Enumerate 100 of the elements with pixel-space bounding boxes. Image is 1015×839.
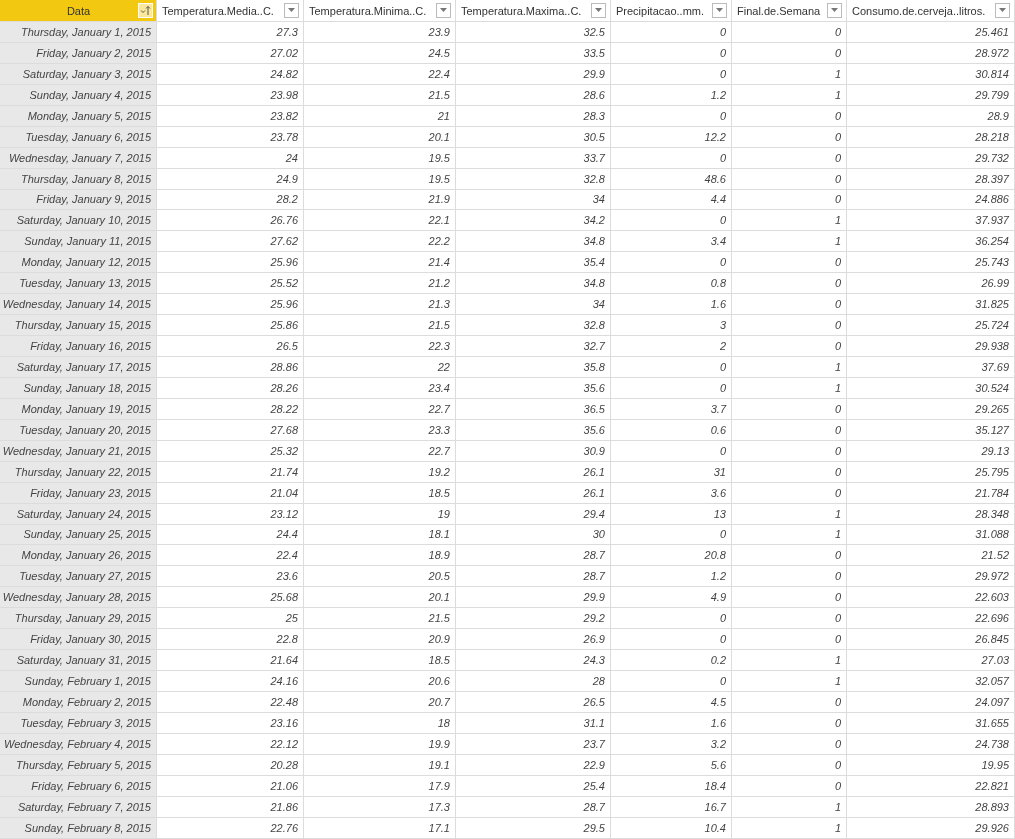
table-cell: 1.2: [611, 566, 732, 588]
table-cell: 35.8: [456, 357, 611, 378]
table-cell: 17.1: [304, 817, 456, 839]
table-cell: 24.4: [157, 524, 304, 546]
row-header-cell: Wednesday, January 14, 2015: [0, 294, 157, 316]
table-cell: 26.99: [847, 273, 1015, 295]
table-cell: 29.972: [847, 566, 1015, 588]
table-cell: 23.3: [304, 419, 456, 441]
filter-dropdown-button[interactable]: [436, 3, 451, 18]
table-cell: 28.86: [157, 357, 304, 378]
table-cell: 21.5: [304, 315, 456, 337]
row-header-cell: Friday, February 6, 2015: [0, 775, 157, 797]
table-cell: 29.799: [847, 84, 1015, 106]
table-cell: 0: [611, 63, 732, 85]
table-cell: 34.2: [456, 210, 611, 232]
column-header[interactable]: Temperatura.Minima..C.: [304, 0, 456, 22]
table-cell: 20.7: [304, 692, 456, 713]
table-cell: 29.9: [456, 63, 611, 85]
caret-icon: [716, 8, 723, 13]
table-cell: 0: [732, 692, 847, 713]
table-cell: 28.26: [157, 377, 304, 399]
table-cell: 32.8: [456, 168, 611, 190]
table-cell: 23.4: [304, 377, 456, 399]
column-header[interactable]: Temperatura.Media..C.: [157, 0, 304, 22]
table-cell: 28.397: [847, 168, 1015, 190]
column-header[interactable]: Final.de.Semana: [732, 0, 847, 22]
table-cell: 25.96: [157, 294, 304, 316]
row-header-cell: Sunday, February 8, 2015: [0, 817, 157, 839]
table-cell: 30.524: [847, 377, 1015, 399]
table-cell: 21.5: [304, 84, 456, 106]
filter-dropdown-button[interactable]: [712, 3, 727, 18]
table-cell: 35.4: [456, 252, 611, 274]
column-header[interactable]: Consumo.de.cerveja..litros.: [847, 0, 1015, 22]
row-header-cell: Wednesday, February 4, 2015: [0, 733, 157, 755]
table-cell: 13: [611, 503, 732, 525]
row-header-cell: Monday, January 12, 2015: [0, 252, 157, 274]
table-cell: 30: [456, 524, 611, 546]
table-cell: 0: [732, 754, 847, 776]
table-cell: 0: [611, 608, 732, 630]
row-header-cell: Monday, January 5, 2015: [0, 105, 157, 127]
table-cell: 3.2: [611, 733, 732, 755]
table-cell: 24.886: [847, 189, 1015, 211]
table-cell: 28.218: [847, 126, 1015, 148]
table-cell: 17.9: [304, 775, 456, 797]
table-cell: 31.1: [456, 712, 611, 734]
table-cell: 22: [304, 357, 456, 378]
table-cell: 0: [732, 189, 847, 211]
table-cell: 28.7: [456, 796, 611, 818]
row-header-cell: Sunday, February 1, 2015: [0, 671, 157, 692]
table-cell: 0: [611, 377, 732, 399]
table-cell: 22.821: [847, 775, 1015, 797]
table-cell: 2: [611, 336, 732, 357]
table-cell: 17.3: [304, 796, 456, 818]
table-cell: 0: [611, 357, 732, 378]
table-cell: 32.057: [847, 671, 1015, 692]
table-cell: 1.2: [611, 84, 732, 106]
filter-dropdown-button[interactable]: [284, 3, 299, 18]
table-cell: 26.9: [456, 629, 611, 651]
table-cell: 35.6: [456, 377, 611, 399]
row-header-cell: Thursday, January 22, 2015: [0, 461, 157, 483]
sort-ascending-button[interactable]: [138, 3, 153, 18]
table-cell: 16.7: [611, 796, 732, 818]
table-cell: 1: [732, 650, 847, 672]
table-cell: 0: [732, 440, 847, 462]
table-cell: 21.9: [304, 189, 456, 211]
filter-dropdown-button[interactable]: [995, 3, 1010, 18]
table-cell: 19.5: [304, 168, 456, 190]
row-header-cell: Friday, January 30, 2015: [0, 629, 157, 651]
table-cell: 0: [611, 524, 732, 546]
table-cell: 48.6: [611, 168, 732, 190]
caret-icon: [831, 8, 838, 13]
table-cell: 36.5: [456, 398, 611, 420]
row-header-cell: Saturday, January 24, 2015: [0, 503, 157, 525]
filter-dropdown-button[interactable]: [827, 3, 842, 18]
table-cell: 35.127: [847, 419, 1015, 441]
table-cell: 22.76: [157, 817, 304, 839]
table-cell: 23.6: [157, 566, 304, 588]
table-cell: 19: [304, 503, 456, 525]
table-cell: 28.6: [456, 84, 611, 106]
table-cell: 21.3: [304, 294, 456, 316]
table-cell: 25.724: [847, 315, 1015, 337]
row-header-cell: Tuesday, January 27, 2015: [0, 566, 157, 588]
table-cell: 12.2: [611, 126, 732, 148]
filter-dropdown-button[interactable]: [591, 3, 606, 18]
column-header[interactable]: Precipitacao..mm.: [611, 0, 732, 22]
table-cell: 4.4: [611, 189, 732, 211]
table-cell: 0: [611, 210, 732, 232]
column-header[interactable]: Data: [0, 0, 157, 22]
table-cell: 28.22: [157, 398, 304, 420]
table-cell: 24.16: [157, 671, 304, 692]
table-cell: 4.9: [611, 587, 732, 609]
table-cell: 1: [732, 357, 847, 378]
column-header[interactable]: Temperatura.Maxima..C.: [456, 0, 611, 22]
table-cell: 27.3: [157, 22, 304, 43]
table-cell: 29.13: [847, 440, 1015, 462]
table-cell: 30.9: [456, 440, 611, 462]
table-cell: 23.78: [157, 126, 304, 148]
table-cell: 29.938: [847, 336, 1015, 357]
row-header-cell: Sunday, January 18, 2015: [0, 377, 157, 399]
table-cell: 34.8: [456, 273, 611, 295]
